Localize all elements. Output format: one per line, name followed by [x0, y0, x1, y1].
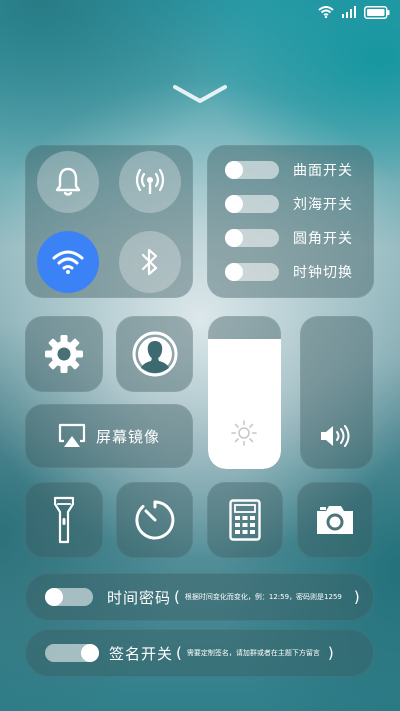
notch-toggle[interactable] [225, 195, 279, 213]
bluetooth-button[interactable] [119, 231, 181, 293]
toggle-row-curved: 曲面开关 [225, 160, 353, 180]
wifi-icon [52, 250, 84, 274]
time-password-hint: 根据时间变化而变化，例：12:59，密码则是1259 [184, 593, 342, 601]
rounded-corner-toggle[interactable] [225, 229, 279, 247]
toggle-label: 刘海开关 [293, 197, 353, 213]
time-password-toggle[interactable] [45, 588, 93, 606]
clock-switch-toggle[interactable] [225, 263, 279, 281]
wifi-status-icon [318, 6, 334, 18]
calculator-button[interactable] [207, 482, 283, 558]
gear-icon [45, 335, 83, 373]
curved-toggle[interactable] [225, 161, 279, 179]
settings-button[interactable] [25, 316, 103, 392]
open-paren: ( [174, 588, 181, 606]
close-paren: ) [327, 644, 335, 662]
signature-label: 签名开关 [109, 644, 174, 663]
brightness-fill [208, 338, 281, 469]
toggle-label: 圆角开关 [293, 231, 353, 247]
hotspot-button[interactable] [119, 151, 181, 213]
toggle-label: 时钟切换 [293, 265, 353, 281]
user-icon [132, 331, 177, 377]
camera-icon [317, 506, 353, 534]
camera-button[interactable] [297, 482, 373, 558]
screen-mirror-button[interactable]: 屏幕镜像 [25, 404, 193, 468]
toggle-label: 曲面开关 [293, 163, 353, 179]
signal-icon [342, 6, 356, 18]
status-bar [318, 4, 390, 20]
calculator-icon [229, 499, 261, 541]
bluetooth-icon [141, 248, 158, 276]
toggle-row-clock: 时钟切换 [225, 262, 353, 282]
signature-hint: 需要定制签名，请加群或者在主题下方留言 [186, 649, 320, 657]
toggle-row-notch: 刘海开关 [225, 194, 353, 214]
wifi-button[interactable] [37, 231, 99, 293]
flashlight-button[interactable] [25, 482, 103, 558]
bell-button[interactable] [37, 151, 99, 213]
flashlight-icon [54, 496, 74, 544]
speaker-icon [321, 425, 350, 447]
time-password-row: 时间密码 ( 根据时间变化而变化，例：12:59，密码则是1259 ) [25, 573, 374, 621]
toggle-row-rounded: 圆角开关 [225, 228, 353, 248]
contacts-button[interactable] [116, 316, 193, 392]
toggle-panel: 曲面开关 刘海开关 圆角开关 时钟切换 [207, 145, 374, 298]
hotspot-icon [135, 168, 165, 194]
brightness-slider[interactable] [208, 316, 281, 469]
screen-mirror-label: 屏幕镜像 [95, 427, 160, 446]
time-password-label: 时间密码 [107, 588, 172, 607]
airplay-icon [58, 423, 86, 447]
collapse-chevron-icon[interactable] [173, 84, 227, 104]
signature-toggle[interactable] [45, 644, 99, 662]
connectivity-panel [25, 145, 193, 298]
signature-row: 签名开关 ( 需要定制签名，请加群或者在主题下方留言 ) [25, 629, 374, 677]
bell-icon [55, 167, 81, 196]
volume-slider[interactable] [300, 316, 373, 469]
battery-icon [364, 5, 390, 19]
timer-icon [134, 500, 174, 540]
timer-button[interactable] [116, 482, 193, 558]
open-paren: ( [176, 644, 183, 662]
brightness-icon [231, 420, 257, 446]
close-paren: ) [353, 588, 361, 606]
